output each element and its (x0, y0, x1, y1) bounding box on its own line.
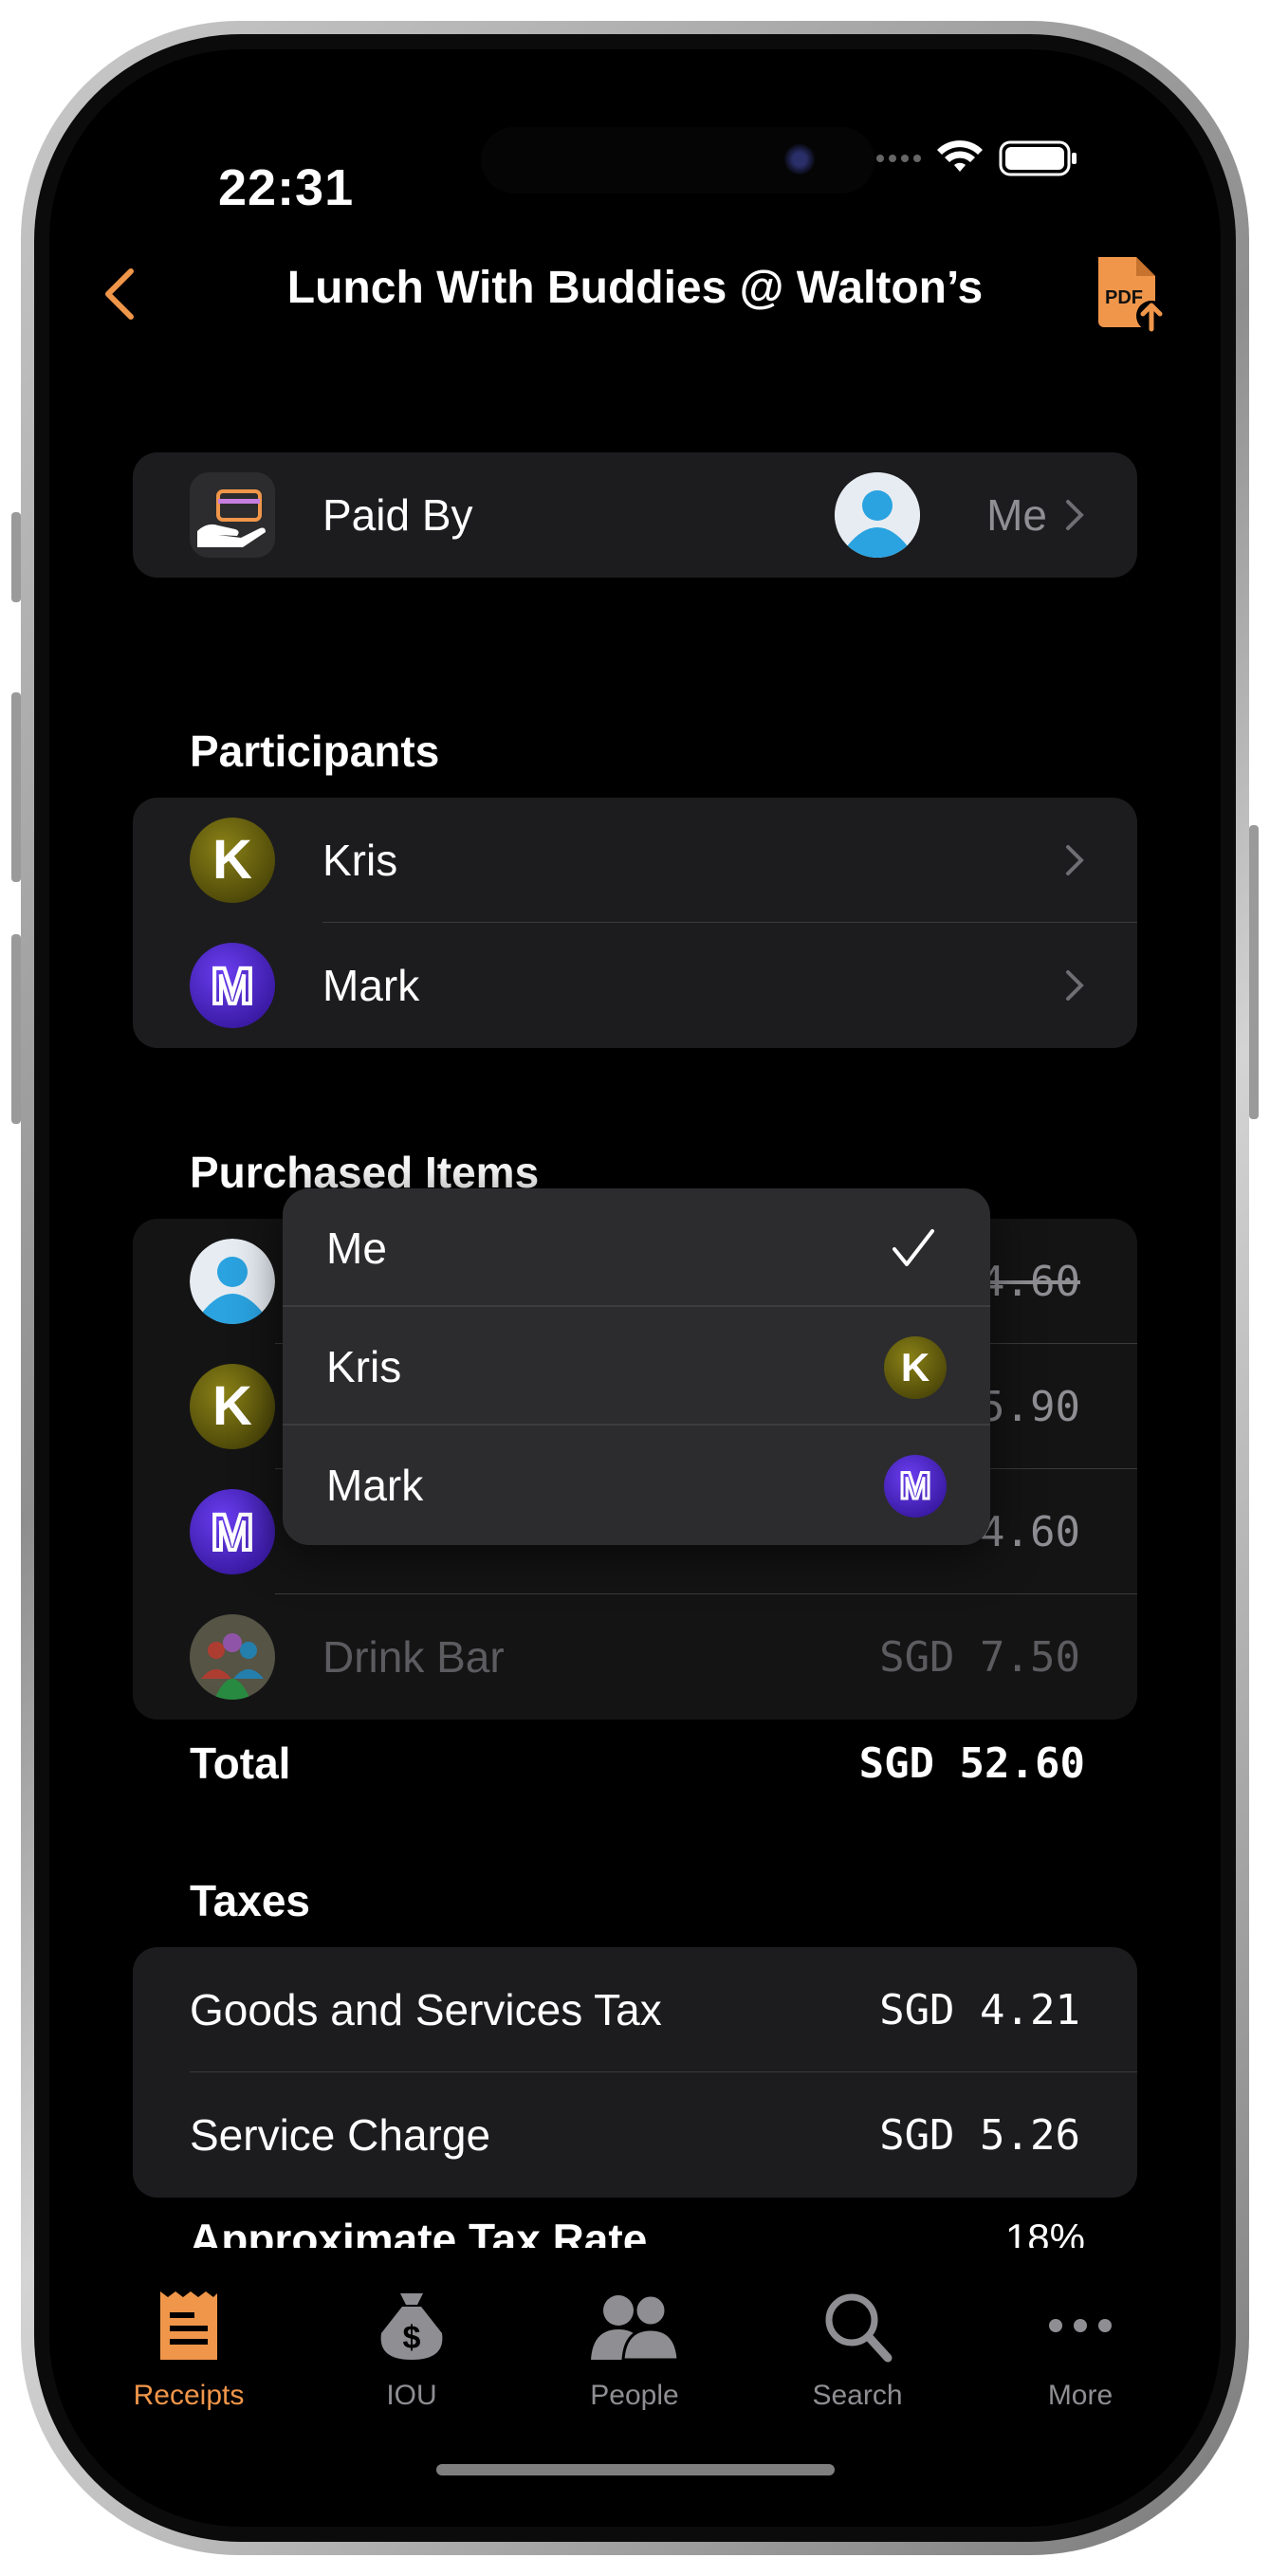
tab-more[interactable]: More (995, 2286, 1166, 2412)
tax-value: SGD 4.21 (879, 1985, 1080, 2034)
taxes-list: Goods and Services Tax SGD 4.21 Service … (133, 1947, 1137, 2198)
payer-menu: Me Kris K Mark M (283, 1188, 990, 1545)
tab-receipts[interactable]: Receipts (103, 2286, 274, 2412)
tax-row[interactable]: Service Charge SGD 5.26 (133, 2072, 1137, 2198)
menu-item-label: Mark (326, 1460, 424, 1510)
tax-label: Service Charge (190, 2110, 491, 2160)
dynamic-island (481, 127, 874, 193)
pdf-export-icon[interactable]: PDF (1093, 251, 1169, 337)
svg-text:M: M (212, 1504, 254, 1561)
total-value: SGD 52.60 (858, 1739, 1085, 1788)
tab-search[interactable]: Search (772, 2286, 943, 2412)
me-avatar (835, 472, 920, 558)
participant-row[interactable]: M Mark (133, 923, 1137, 1048)
screen: 22:31 Lunch With Buddies @ Walton’s PDF (49, 49, 1221, 2527)
item-amount: 4.60 (980, 1507, 1080, 1556)
svg-text:K: K (212, 829, 252, 891)
search-icon (825, 2293, 893, 2363)
menu-item-kris[interactable]: Kris K (283, 1307, 990, 1426)
tab-label: People (590, 2380, 679, 2411)
kris-avatar: K (190, 1364, 275, 1449)
back-chevron-icon[interactable] (97, 266, 144, 322)
svg-text:$: $ (403, 2320, 421, 2356)
tax-row[interactable]: Goods and Services Tax SGD 4.21 (133, 1947, 1137, 2072)
receipt-icon (160, 2291, 217, 2360)
checkmark-icon (893, 1229, 934, 1266)
signal-icon (872, 150, 921, 167)
tax-label: Goods and Services Tax (190, 1985, 662, 2034)
chevron-right-icon (1066, 970, 1084, 1001)
action-button (11, 512, 21, 602)
camera-icon (784, 144, 815, 175)
participants-list: K Kris M Mark (133, 798, 1137, 1048)
tab-label: Search (812, 2380, 903, 2411)
tab-iou[interactable]: $ IOU (326, 2286, 497, 2412)
mark-avatar: M (190, 943, 275, 1028)
kris-avatar: K (190, 818, 275, 903)
people-icon (591, 2293, 680, 2362)
menu-item-label: Me (326, 1223, 387, 1273)
paid-by-label: Paid By (322, 490, 473, 540)
me-avatar (190, 1239, 275, 1324)
tab-label: Receipts (133, 2380, 245, 2411)
total-label: Total (190, 1739, 291, 1788)
tab-bar: Receipts $ IOU People Search More (49, 2248, 1221, 2477)
kris-avatar: K (884, 1336, 947, 1399)
svg-text:K: K (901, 1345, 929, 1389)
wifi-icon (937, 140, 983, 172)
battery-icon (999, 140, 1077, 176)
paid-by-row[interactable]: Paid By Me (133, 452, 1137, 578)
item-amount: 5.90 (980, 1382, 1080, 1431)
taxes-header: Taxes (190, 1876, 311, 1925)
more-icon (1049, 2319, 1112, 2332)
power-button (1249, 825, 1259, 1119)
status-icons (872, 139, 1078, 177)
status-time: 22:31 (218, 159, 355, 216)
volume-up-button (11, 692, 21, 882)
svg-text:PDF: PDF (1105, 287, 1143, 308)
mark-avatar: M (884, 1455, 947, 1518)
chevron-right-icon (1066, 500, 1084, 530)
tab-people[interactable]: People (549, 2286, 720, 2412)
item-amount: SGD 7.50 (879, 1632, 1080, 1682)
menu-item-me[interactable]: Me (283, 1188, 990, 1307)
svg-text:M: M (212, 958, 254, 1015)
tab-label: More (1047, 2380, 1114, 2411)
purchased-item-row[interactable]: Drink Bar SGD 7.50 (133, 1594, 1137, 1720)
svg-text:M: M (899, 1465, 930, 1507)
participants-header: Participants (190, 727, 440, 776)
page-title: Lunch With Buddies @ Walton’s (286, 263, 984, 313)
svg-text:K: K (212, 1375, 252, 1437)
money-bag-icon: $ (380, 2293, 443, 2360)
home-indicator[interactable] (436, 2464, 835, 2475)
item-name: Drink Bar (322, 1632, 505, 1682)
tax-value: SGD 5.26 (879, 2110, 1080, 2160)
mark-avatar: M (190, 1489, 275, 1574)
volume-down-button (11, 934, 21, 1124)
group-avatar (190, 1614, 275, 1700)
participant-row[interactable]: K Kris (133, 798, 1137, 923)
paid-by-icon (190, 472, 275, 558)
participant-name: Kris (322, 836, 398, 885)
menu-item-label: Kris (326, 1341, 402, 1391)
paid-by-value: Me (986, 490, 1047, 540)
chevron-right-icon (1066, 845, 1084, 875)
menu-item-mark[interactable]: Mark M (283, 1426, 990, 1544)
item-amount: 4.60 (980, 1257, 1080, 1306)
tab-label: IOU (386, 2380, 437, 2411)
participant-name: Mark (322, 961, 420, 1010)
